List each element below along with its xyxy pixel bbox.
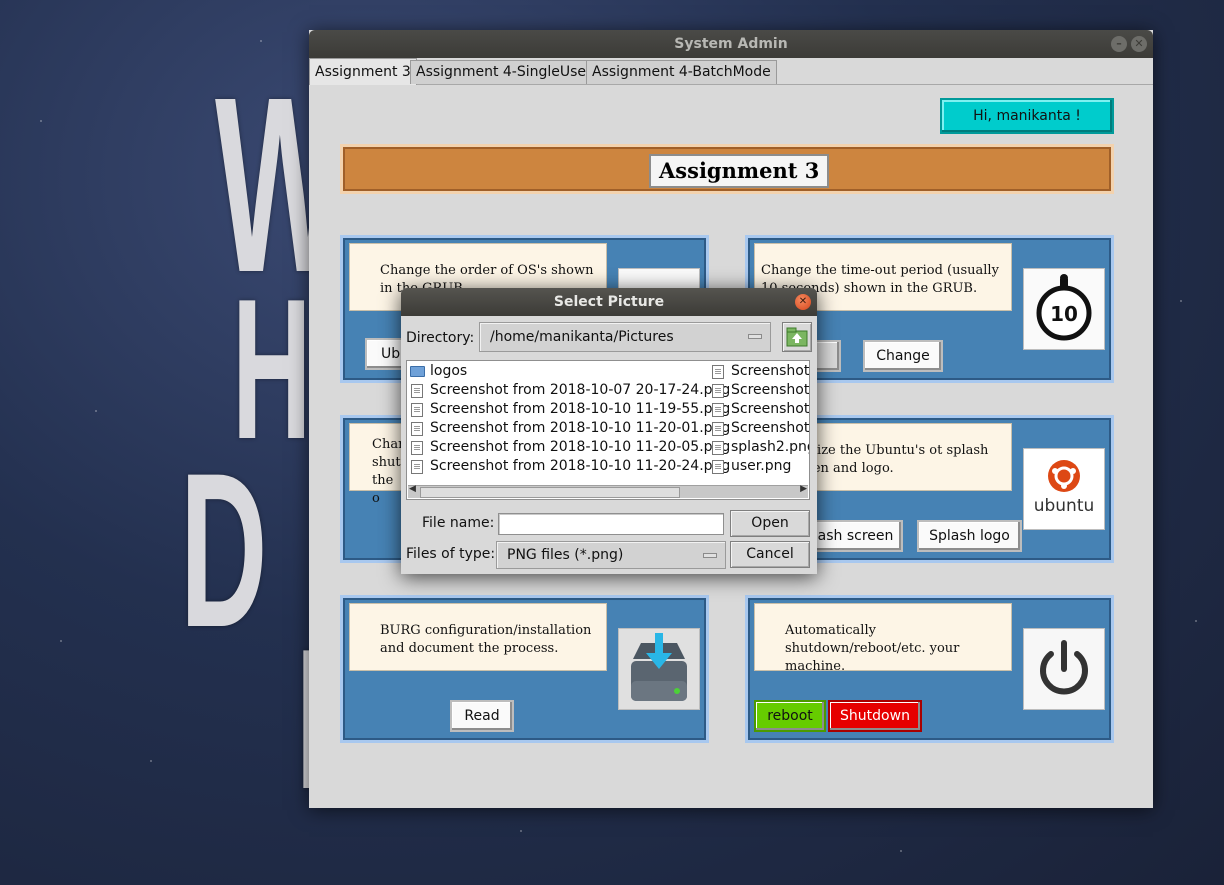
directory-label: Directory: xyxy=(406,330,475,346)
file-column-left: logos Screenshot from 2018-10-07 20-17-2… xyxy=(408,362,730,476)
tab-assignment-4-singleuser[interactable]: Assignment 4-SingleUser xyxy=(410,60,598,84)
ubuntu-logo-icon: ubuntu xyxy=(1023,448,1105,530)
shutdown-button[interactable]: Shutdown xyxy=(828,700,922,732)
timer-value: 10 xyxy=(1050,302,1078,326)
folder-up-icon xyxy=(786,327,808,347)
open-button[interactable]: Open xyxy=(730,510,810,537)
scrollbar-thumb[interactable] xyxy=(420,487,680,498)
list-item[interactable]: Screenshot f xyxy=(709,362,809,381)
filetype-value: PNG files (*.png) xyxy=(507,547,624,563)
filetype-label: Files of type: xyxy=(406,546,496,562)
panel-description: Char shutd the o xyxy=(349,423,409,506)
directory-value: /home/manikanta/Pictures xyxy=(490,329,674,345)
list-item[interactable]: user.png xyxy=(709,457,809,476)
list-item[interactable]: Screenshot f xyxy=(709,381,809,400)
list-item[interactable]: Screenshot f xyxy=(709,400,809,419)
dialog-close-icon[interactable]: ✕ xyxy=(795,294,811,310)
list-item[interactable]: Screenshot from 2018-10-10 11-20-24.png xyxy=(408,457,730,476)
minimize-icon[interactable]: – xyxy=(1111,36,1127,52)
timer-10-icon: 10 xyxy=(1023,268,1105,350)
panel-description: Automatically shutdown/reboot/etc. your … xyxy=(754,603,1012,674)
wallpaper-letter-d: D xyxy=(180,427,267,673)
file-icon xyxy=(411,422,423,436)
window-title: System Admin xyxy=(674,36,788,52)
change-timeout-button[interactable]: Change xyxy=(863,340,943,372)
file-icon xyxy=(411,460,423,474)
file-icon xyxy=(712,403,724,417)
directory-combo[interactable]: /home/manikanta/Pictures xyxy=(479,322,771,352)
parent-directory-button[interactable] xyxy=(782,322,812,352)
list-item[interactable]: Screenshot from 2018-10-07 20-17-24.png xyxy=(408,381,730,400)
tab-bar: Assignment 3 Assignment 4-SingleUser Ass… xyxy=(309,58,1153,85)
download-drive-icon xyxy=(618,628,700,710)
file-icon xyxy=(411,403,423,417)
read-button[interactable]: Read xyxy=(450,700,514,732)
dialog-titlebar[interactable]: Select Picture xyxy=(401,288,817,316)
ubuntu-logo-text: ubuntu xyxy=(1034,496,1095,516)
file-icon xyxy=(712,384,724,398)
list-item[interactable]: Screenshot f xyxy=(709,419,809,438)
dialog-title: Select Picture xyxy=(553,294,665,310)
close-icon[interactable]: ✕ xyxy=(1131,36,1147,52)
file-icon xyxy=(712,441,724,455)
file-list[interactable]: logos Screenshot from 2018-10-07 20-17-2… xyxy=(406,360,810,500)
chevron-down-icon xyxy=(748,334,762,339)
panel-power: Automatically shutdown/reboot/etc. your … xyxy=(745,595,1114,743)
file-column-right: Screenshot f Screenshot f Screenshot f S… xyxy=(709,362,809,476)
scroll-left-icon[interactable]: ◀ xyxy=(409,484,416,494)
list-item[interactable]: Screenshot from 2018-10-10 11-20-05.png xyxy=(408,438,730,457)
tab-assignment-3[interactable]: Assignment 3 xyxy=(309,58,417,85)
chevron-down-icon xyxy=(703,553,717,558)
filename-input[interactable] xyxy=(498,513,724,535)
list-item[interactable]: Screenshot from 2018-10-10 11-20-01.png xyxy=(408,419,730,438)
file-icon xyxy=(411,384,423,398)
reboot-button[interactable]: reboot xyxy=(754,700,826,732)
panel-burg: BURG configuration/installation and docu… xyxy=(340,595,709,743)
banner-title: Assignment 3 xyxy=(649,154,830,188)
scroll-right-icon[interactable]: ▶ xyxy=(800,484,807,494)
select-picture-dialog: Select Picture ✕ Directory: /home/manika… xyxy=(401,288,817,574)
power-icon xyxy=(1023,628,1105,710)
horizontal-scrollbar[interactable]: ◀ ▶ xyxy=(408,484,808,498)
list-item[interactable]: logos xyxy=(408,362,730,381)
assignment-banner: Assignment 3 xyxy=(340,144,1114,194)
filetype-combo[interactable]: PNG files (*.png) xyxy=(496,541,726,569)
filename-label: File name: xyxy=(422,515,495,531)
splash-logo-button[interactable]: Splash logo xyxy=(917,520,1022,552)
file-icon xyxy=(411,441,423,455)
file-icon xyxy=(712,460,724,474)
folder-icon xyxy=(410,366,425,377)
splash-screen-button[interactable]: ash screen xyxy=(808,520,903,552)
cancel-button[interactable]: Cancel xyxy=(730,541,810,568)
greeting-button[interactable]: Hi, manikanta ! xyxy=(940,98,1114,134)
tab-assignment-4-batchmode[interactable]: Assignment 4-BatchMode xyxy=(586,60,777,84)
panel-description: BURG configuration/installation and docu… xyxy=(349,603,607,671)
file-icon xyxy=(712,365,724,379)
list-item[interactable]: splash2.png xyxy=(709,438,809,457)
file-icon xyxy=(712,422,724,436)
window-titlebar[interactable]: System Admin – ✕ xyxy=(309,30,1153,58)
list-item[interactable]: Screenshot from 2018-10-10 11-19-55.png xyxy=(408,400,730,419)
